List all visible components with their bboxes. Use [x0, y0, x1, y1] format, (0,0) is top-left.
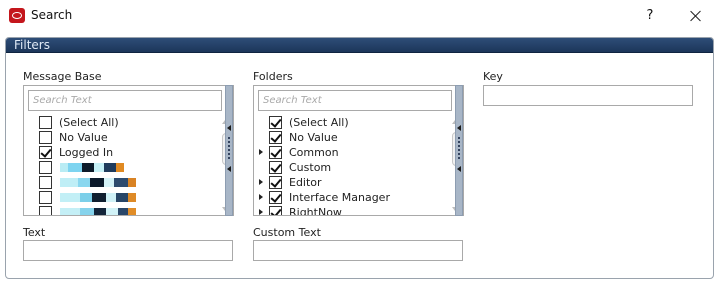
expand-arrow-icon[interactable] — [259, 149, 263, 155]
expand-arrow-icon[interactable] — [259, 209, 263, 215]
redacted-label — [60, 178, 136, 187]
collapse-arrow-icon[interactable] — [227, 166, 231, 172]
redacted-label — [60, 163, 124, 172]
item-label: Common — [289, 146, 339, 159]
expand-arrow-icon[interactable] — [259, 194, 263, 200]
custom-text-label: Custom Text — [253, 226, 321, 239]
list-item[interactable]: No Value — [254, 130, 444, 145]
key-input[interactable] — [484, 86, 692, 105]
checkbox[interactable] — [39, 116, 52, 129]
message-base-items: (Select All) No Value Logged In — [24, 115, 214, 215]
message-base-splitter[interactable] — [225, 85, 233, 216]
checkbox[interactable] — [39, 191, 52, 204]
custom-text-input[interactable] — [254, 241, 462, 260]
key-label: Key — [483, 70, 503, 83]
list-item[interactable]: (Select All) — [24, 115, 214, 130]
checkbox[interactable] — [269, 116, 282, 129]
checkbox[interactable] — [39, 206, 52, 215]
message-base-list: (Select All) No Value Logged In — [23, 85, 234, 216]
message-base-search-input[interactable] — [29, 91, 221, 110]
grip-icon — [458, 136, 460, 160]
expand-arrow-icon[interactable] — [259, 179, 263, 185]
message-base-label: Message Base — [23, 70, 102, 83]
filters-header: Filters — [6, 38, 713, 53]
checkbox[interactable] — [39, 131, 52, 144]
item-label: Editor — [289, 176, 322, 189]
grip-icon — [228, 136, 230, 160]
folders-label: Folders — [253, 70, 293, 83]
list-item[interactable]: Interface Manager — [254, 190, 444, 205]
checkbox[interactable] — [39, 161, 52, 174]
message-base-search-box — [28, 90, 222, 111]
item-label: No Value — [59, 131, 108, 144]
list-item[interactable]: Common — [254, 145, 444, 160]
list-item[interactable]: Custom — [254, 160, 444, 175]
custom-text-field — [253, 240, 463, 261]
text-field — [23, 240, 233, 261]
collapse-arrow-icon[interactable] — [457, 125, 461, 131]
item-label: No Value — [289, 131, 338, 144]
folders-splitter[interactable] — [455, 85, 463, 216]
text-label: Text — [23, 226, 46, 239]
item-label: RightNow — [289, 206, 342, 215]
folders-items: (Select All) No Value Common Custom Edit… — [254, 115, 444, 215]
collapse-arrow-icon[interactable] — [457, 166, 461, 172]
help-button[interactable]: ? — [640, 6, 660, 26]
list-item[interactable]: Editor — [254, 175, 444, 190]
item-label: Custom — [289, 161, 332, 174]
folders-search-box — [258, 90, 452, 111]
item-label: (Select All) — [59, 116, 119, 129]
window-title: Search — [31, 8, 73, 22]
list-item[interactable]: RightNow — [254, 205, 444, 215]
filters-panel: Filters Message Base (Select All) No Val… — [5, 37, 714, 279]
folders-search-input[interactable] — [259, 91, 451, 110]
list-item[interactable] — [24, 190, 214, 205]
checkbox[interactable] — [269, 206, 282, 215]
list-item[interactable]: Logged In — [24, 145, 214, 160]
list-item[interactable] — [24, 175, 214, 190]
close-button[interactable] — [685, 6, 707, 26]
list-item[interactable] — [24, 205, 214, 215]
checkbox[interactable] — [269, 146, 282, 159]
collapse-arrow-icon[interactable] — [227, 125, 231, 131]
item-label: Logged In — [59, 146, 114, 159]
oracle-app-icon — [9, 8, 25, 23]
text-input[interactable] — [24, 241, 232, 260]
item-label: Interface Manager — [289, 191, 390, 204]
checkbox[interactable] — [269, 176, 282, 189]
title-bar: Search ? — [0, 0, 719, 32]
checkbox[interactable] — [39, 176, 52, 189]
list-item[interactable]: No Value — [24, 130, 214, 145]
folders-list: (Select All) No Value Common Custom Edit… — [253, 85, 464, 216]
checkbox[interactable] — [269, 161, 282, 174]
list-item[interactable] — [24, 160, 214, 175]
key-field — [483, 85, 693, 106]
redacted-label — [60, 193, 136, 202]
redacted-label — [60, 208, 136, 215]
item-label: (Select All) — [289, 116, 349, 129]
checkbox[interactable] — [269, 191, 282, 204]
list-item[interactable]: (Select All) — [254, 115, 444, 130]
checkbox[interactable] — [269, 131, 282, 144]
checkbox[interactable] — [39, 146, 52, 159]
